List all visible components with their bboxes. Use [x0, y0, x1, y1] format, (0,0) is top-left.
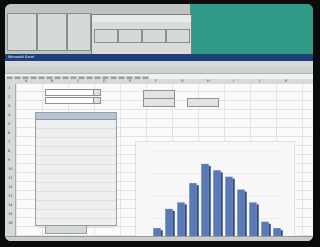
row-header[interactable]: 9 [8, 158, 10, 162]
dialog-title [92, 15, 191, 22]
bar-4[interactable] [189, 183, 197, 241]
column-header[interactable]: I [233, 79, 234, 83]
row-header[interactable]: 1 [8, 86, 10, 90]
list-item[interactable] [36, 156, 116, 165]
bar-8[interactable] [237, 189, 245, 241]
bar-shadow [232, 178, 235, 241]
dialog-window [91, 14, 192, 56]
desktop-background [190, 4, 313, 54]
row-header[interactable]: 2 [8, 95, 10, 99]
dialog-button-4[interactable] [166, 29, 190, 43]
excel-title-bar: Microsoft Excel [5, 54, 313, 61]
row-header[interactable]: 3 [8, 104, 10, 108]
list-item[interactable] [36, 201, 116, 210]
chart-button-2[interactable] [143, 98, 175, 107]
row-header[interactable]: 15 [8, 212, 12, 216]
row-header[interactable]: 7 [8, 140, 10, 144]
monitor-screen: Microsoft Excel A B C D E F G H I J K 1 … [5, 4, 313, 241]
tile-2[interactable] [37, 13, 67, 51]
bar-shadow [244, 191, 247, 241]
tile-3[interactable] [67, 13, 91, 51]
bar-shadow [208, 165, 211, 241]
row-header[interactable]: 6 [8, 131, 10, 135]
input-cell[interactable] [45, 89, 95, 96]
chart-button-3[interactable] [187, 98, 219, 107]
bar-6[interactable] [213, 170, 221, 241]
bar-shadow [196, 185, 199, 241]
list-item[interactable] [36, 138, 116, 147]
column-header[interactable]: J [259, 79, 260, 83]
list-action-button[interactable] [45, 225, 87, 234]
list-item[interactable] [36, 120, 116, 129]
list-item[interactable] [36, 210, 116, 219]
dropdown-arrow-icon[interactable] [93, 97, 101, 104]
dialog-button-2[interactable] [118, 29, 142, 43]
column-header[interactable]: C [77, 79, 79, 83]
row-header[interactable]: 12 [8, 185, 12, 189]
list-item[interactable] [36, 165, 116, 174]
column-header[interactable]: D [103, 79, 106, 83]
list-item[interactable] [36, 129, 116, 138]
column-header[interactable]: K [285, 79, 287, 83]
dropdown-arrow-icon[interactable] [93, 89, 101, 96]
row-header[interactable]: 13 [8, 194, 12, 198]
column-header[interactable]: F [155, 79, 157, 83]
row-header[interactable]: 8 [8, 149, 10, 153]
column-header[interactable]: B [51, 79, 53, 83]
column-header[interactable]: E [129, 79, 131, 83]
bar-5[interactable] [201, 163, 209, 241]
input-cell[interactable] [45, 97, 95, 104]
list-item[interactable] [36, 147, 116, 156]
column-header[interactable]: G [181, 79, 184, 83]
toolbar [5, 67, 313, 82]
list-item[interactable] [36, 174, 116, 183]
list-item[interactable] [36, 183, 116, 192]
histogram-chart[interactable] [135, 141, 295, 241]
row-header[interactable]: 5 [8, 122, 10, 126]
list-header [36, 113, 116, 120]
status-bar [5, 236, 313, 241]
dialog-button-3[interactable] [142, 29, 166, 43]
tile-1[interactable] [7, 13, 37, 51]
data-list [35, 112, 117, 228]
bar-7[interactable] [225, 176, 233, 241]
row-header[interactable]: 4 [8, 113, 10, 117]
dialog-button-1[interactable] [94, 29, 118, 43]
excel-window: Microsoft Excel A B C D E F G H I J K 1 … [5, 54, 313, 241]
row-header[interactable]: 10 [8, 167, 12, 171]
row-header[interactable]: 11 [8, 176, 12, 180]
row-header[interactable]: 14 [8, 203, 12, 207]
row-headers: 1 2 3 4 5 6 7 8 9 10 11 12 13 14 15 16 [5, 84, 16, 236]
column-header[interactable]: A [25, 79, 27, 83]
column-header[interactable]: H [207, 79, 210, 83]
row-header[interactable]: 16 [8, 221, 12, 225]
bar-shadow [220, 172, 223, 241]
list-item[interactable] [36, 192, 116, 201]
